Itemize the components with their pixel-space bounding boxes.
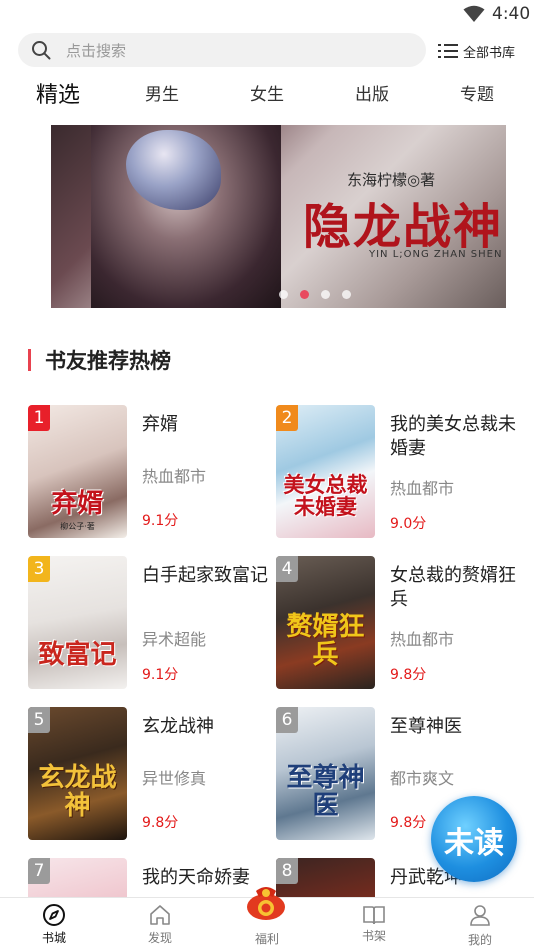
banner-title: 隐龙战神 xyxy=(303,199,504,255)
nav-label: 书城 xyxy=(41,931,66,945)
nav-label: 书架 xyxy=(361,929,386,943)
book-cover[interactable]: 玄龙战神 5 xyxy=(28,707,127,840)
cover-title: 美女总裁未婚妻 xyxy=(283,471,368,519)
book-icon xyxy=(363,906,385,925)
status-bar: 4:40 xyxy=(0,0,534,28)
pager-dot[interactable] xyxy=(279,290,288,299)
search-icon xyxy=(32,41,51,60)
book-item[interactable]: 赘婿狂兵 4 女总裁的赘婿狂兵 热血都市 9.8分 xyxy=(276,556,516,691)
clock-time: 4:40 xyxy=(492,4,531,24)
book-title[interactable]: 弃婿 xyxy=(142,413,268,437)
rank-badge: 1 xyxy=(28,405,50,431)
banner-pager xyxy=(279,290,363,299)
book-genre: 异世修真 xyxy=(142,769,207,788)
nav-label: 我的 xyxy=(467,933,492,947)
book-cover[interactable]: 赘婿狂兵 4 xyxy=(276,556,375,689)
unread-float-button[interactable]: 未读 xyxy=(431,796,517,882)
book-genre: 热血都市 xyxy=(390,479,455,498)
book-item[interactable]: 玄龙战神 5 玄龙战神 异世修真 9.8分 xyxy=(28,707,268,842)
compass-icon xyxy=(43,904,65,926)
cover-title: 玄龙战神 xyxy=(38,763,117,821)
rank-badge: 7 xyxy=(28,858,50,884)
person-icon xyxy=(470,905,490,926)
book-item[interactable]: 美女总裁未婚妻 2 我的美女总裁未婚妻 热血都市 9.0分 xyxy=(276,405,516,540)
tab-female[interactable]: 女生 xyxy=(250,80,284,105)
category-tabs: 精选 男生 女生 出版 专题 xyxy=(0,74,534,108)
book-title[interactable]: 玄龙战神 xyxy=(142,715,268,739)
search-bar[interactable]: 点击搜索 xyxy=(18,33,426,67)
nav-bookstore[interactable]: 书城 xyxy=(14,898,94,949)
section-accent-bar xyxy=(28,349,31,371)
cover-title: 赘婿狂兵 xyxy=(286,612,365,670)
book-title[interactable]: 女总裁的赘婿狂兵 xyxy=(390,564,516,612)
book-title[interactable]: 至尊神医 xyxy=(390,715,516,739)
nav-label: 福利 xyxy=(254,932,279,946)
book-title[interactable]: 白手起家致富记 xyxy=(142,564,268,588)
tab-featured[interactable]: 精选 xyxy=(36,77,80,109)
home-icon xyxy=(150,905,170,925)
book-cover[interactable]: 至尊神医 6 xyxy=(276,707,375,840)
book-score: 9.8分 xyxy=(390,667,427,683)
cover-author: 柳公子·著 xyxy=(60,522,95,531)
unread-label: 未读 xyxy=(444,826,504,861)
cover-title: 弃婿 xyxy=(51,488,104,519)
book-score: 9.8分 xyxy=(390,815,427,831)
book-score: 9.1分 xyxy=(142,513,179,529)
cover-title: 至尊神医 xyxy=(286,763,365,821)
book-score: 9.8分 xyxy=(142,815,179,831)
pager-dot[interactable] xyxy=(342,290,351,299)
tab-topics[interactable]: 专题 xyxy=(460,80,494,105)
book-cover[interactable]: 致富记 3 xyxy=(28,556,127,689)
nav-bookshelf[interactable]: 书架 xyxy=(334,898,414,949)
rank-badge: 6 xyxy=(276,707,298,733)
tab-male[interactable]: 男生 xyxy=(145,80,179,105)
book-genre: 热血都市 xyxy=(390,630,455,649)
wifi-icon xyxy=(463,5,485,22)
cover-title: 致富记 xyxy=(38,639,117,670)
pager-dot[interactable] xyxy=(321,290,330,299)
book-cover[interactable]: 美女总裁未婚妻 2 xyxy=(276,405,375,538)
all-library-label: 全部书库 xyxy=(463,45,516,61)
rank-badge: 4 xyxy=(276,556,298,582)
rank-badge: 2 xyxy=(276,405,298,431)
all-library-button[interactable]: 全部书库 xyxy=(437,40,515,62)
nav-profile[interactable]: 我的 xyxy=(440,898,520,949)
book-cover[interactable]: 弃婿 柳公子·著 1 xyxy=(28,405,127,538)
list-icon xyxy=(438,44,458,58)
section-header: 书友推荐热榜 xyxy=(28,346,171,374)
book-genre: 热血都市 xyxy=(142,467,207,486)
book-score: 9.1分 xyxy=(142,667,179,683)
nav-label: 发现 xyxy=(147,931,172,945)
book-title[interactable]: 我的美女总裁未婚妻 xyxy=(390,413,516,461)
book-genre: 异术超能 xyxy=(142,630,207,649)
section-title: 书友推荐热榜 xyxy=(45,349,171,373)
app-screen: 4:40 点击搜索 全部书库 精选 男生 女生 出版 专题 东海柠檬◎著 隐龙战… xyxy=(0,0,534,949)
book-genre: 都市爽文 xyxy=(390,769,455,788)
banner-pinyin: YIN L;ONG ZHAN SHEN xyxy=(369,249,503,260)
tab-published[interactable]: 出版 xyxy=(355,80,389,105)
book-item[interactable]: 弃婿 柳公子·著 1 弃婿 热血都市 9.1分 xyxy=(28,405,268,540)
rank-badge: 3 xyxy=(28,556,50,582)
book-item[interactable]: 致富记 3 白手起家致富记 异术超能 9.1分 xyxy=(28,556,268,691)
pager-dot-active[interactable] xyxy=(300,290,309,299)
nav-discover[interactable]: 发现 xyxy=(120,898,200,949)
gift-bag-icon[interactable] xyxy=(243,881,289,921)
book-score: 9.0分 xyxy=(390,516,427,532)
search-placeholder[interactable]: 点击搜索 xyxy=(66,40,126,61)
rank-badge: 5 xyxy=(28,707,50,733)
promo-banner[interactable]: 东海柠檬◎著 隐龙战神 YIN L;ONG ZHAN SHEN xyxy=(51,125,506,308)
